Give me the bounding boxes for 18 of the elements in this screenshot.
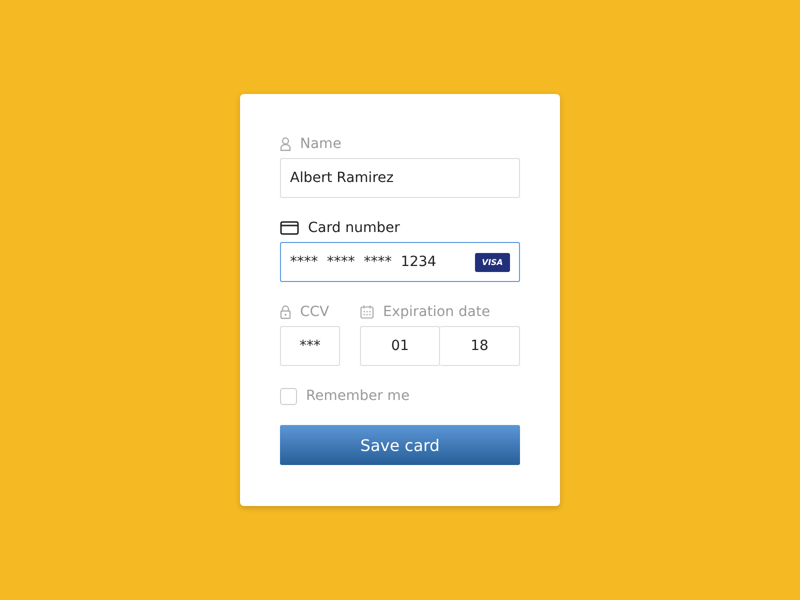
lock-icon <box>280 305 291 319</box>
name-field[interactable]: Albert Ramirez <box>280 158 520 198</box>
card-number-field[interactable]: **** **** **** 1234 VISA <box>280 242 520 282</box>
credit-card-icon <box>280 221 299 235</box>
card-brand-badge: VISA <box>474 252 510 272</box>
month-field[interactable]: 01 <box>360 326 440 366</box>
field-label: Expiration date <box>383 304 490 320</box>
ccv-field[interactable]: *** <box>280 326 340 366</box>
save-button[interactable]: Save card <box>280 425 520 465</box>
person-icon <box>280 137 291 151</box>
checkbox[interactable] <box>280 388 297 404</box>
card-number: **** **** **** 1234 <box>290 254 438 270</box>
field-label: Card number <box>308 220 400 236</box>
field-label: CCV <box>300 304 330 320</box>
field-label: Name <box>300 136 342 152</box>
year-field[interactable]: 18 <box>440 326 520 366</box>
calendar-icon <box>360 305 374 319</box>
checkbox-label: Remember me <box>306 388 410 404</box>
